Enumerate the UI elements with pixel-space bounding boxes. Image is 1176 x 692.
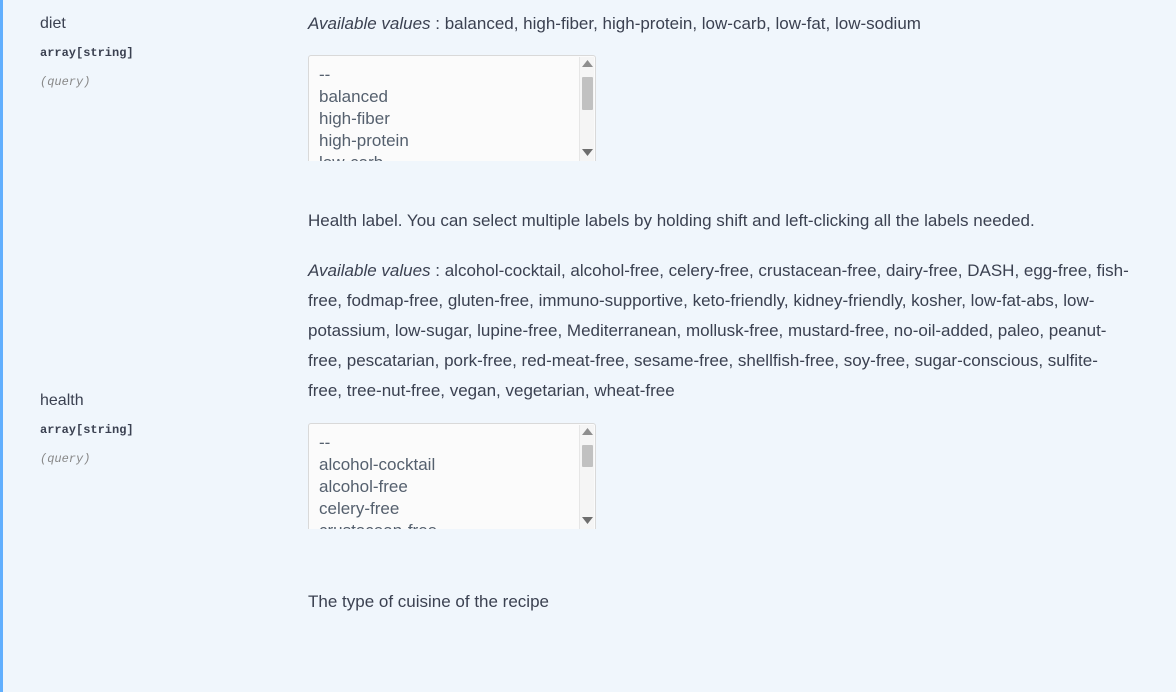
- available-values-health: Available values : alcohol-cocktail, alc…: [308, 256, 1130, 406]
- health-option[interactable]: celery-free: [319, 498, 579, 520]
- parameter-row-diet: diet array[string] (query) Available val…: [3, 0, 1176, 161]
- triangle-down-icon[interactable]: [580, 149, 595, 161]
- diet-select-wrapper[interactable]: -- balanced high-fiber high-protein low-…: [308, 55, 596, 161]
- available-values-list: balanced, high-fiber, high-protein, low-…: [444, 14, 921, 33]
- parameter-name: health: [40, 392, 84, 409]
- parameter-name: diet: [40, 15, 66, 32]
- diet-option[interactable]: high-protein: [319, 130, 579, 152]
- available-values-separator: :: [430, 261, 445, 280]
- health-option[interactable]: alcohol-cocktail: [319, 454, 579, 476]
- health-option[interactable]: alcohol-free: [319, 476, 579, 498]
- health-option-list: -- alcohol-cocktail alcohol-free celery-…: [309, 432, 579, 529]
- diet-option[interactable]: balanced: [319, 86, 579, 108]
- parameter-row-health: health array[string] (query) Health labe…: [3, 206, 1176, 529]
- diet-scrollbar-thumb[interactable]: [582, 77, 593, 110]
- parameter-detail-diet: Available values : balanced, high-fiber,…: [308, 14, 1176, 161]
- diet-option[interactable]: low-carb: [319, 152, 579, 161]
- triangle-up-icon[interactable]: [580, 428, 595, 442]
- health-scrollbar-thumb[interactable]: [582, 445, 593, 467]
- parameter-detail-health: Health label. You can select multiple la…: [308, 206, 1176, 529]
- diet-multiselect[interactable]: -- balanced high-fiber high-protein low-…: [308, 55, 596, 161]
- parameter-row-cuisine-partial: The type of cuisine of the recipe: [3, 587, 1176, 617]
- parameter-location: (query): [40, 451, 91, 466]
- triangle-up-icon[interactable]: [580, 60, 595, 74]
- cuisine-description: The type of cuisine of the recipe: [308, 592, 549, 611]
- parameter-location: (query): [40, 74, 91, 89]
- diet-select-scrollbar[interactable]: [579, 57, 594, 161]
- parameter-detail-cuisine: The type of cuisine of the recipe: [308, 587, 1176, 617]
- available-values-label: Available values: [308, 14, 431, 33]
- health-multiselect[interactable]: -- alcohol-cocktail alcohol-free celery-…: [308, 423, 596, 529]
- diet-option-list: -- balanced high-fiber high-protein low-…: [309, 64, 579, 161]
- health-select-scrollbar[interactable]: [579, 425, 594, 529]
- diet-option-placeholder[interactable]: --: [319, 64, 579, 86]
- triangle-down-icon[interactable]: [580, 517, 595, 529]
- diet-option[interactable]: high-fiber: [319, 108, 579, 130]
- available-values-diet: Available values : balanced, high-fiber,…: [308, 9, 1130, 39]
- health-option[interactable]: crustacean-free: [319, 520, 579, 529]
- parameter-meta-diet: diet array[string] (query): [3, 14, 308, 89]
- parameter-type: array[string]: [40, 46, 134, 61]
- available-values-separator: :: [430, 14, 445, 33]
- health-option-placeholder[interactable]: --: [319, 432, 579, 454]
- available-values-list: alcohol-cocktail, alcohol-free, celery-f…: [308, 261, 1129, 400]
- parameter-meta-health: health array[string] (query): [3, 206, 308, 466]
- parameters-block: diet array[string] (query) Available val…: [0, 0, 1176, 692]
- parameter-type: array[string]: [40, 423, 134, 438]
- available-values-label: Available values: [308, 261, 431, 280]
- health-description: Health label. You can select multiple la…: [308, 211, 1035, 230]
- health-select-wrapper[interactable]: -- alcohol-cocktail alcohol-free celery-…: [308, 423, 596, 529]
